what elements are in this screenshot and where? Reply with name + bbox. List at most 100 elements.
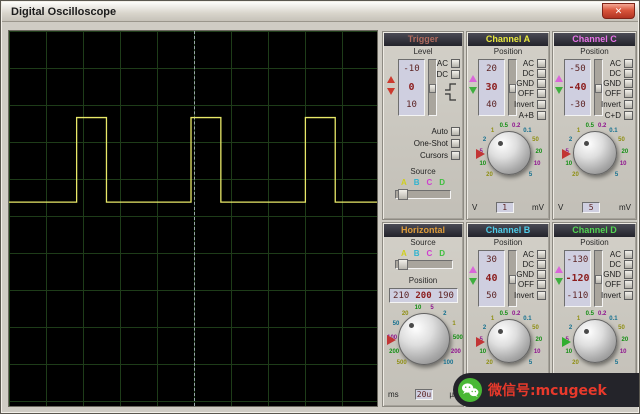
channel-b-gnd-button[interactable] (537, 270, 546, 279)
channel-a-ac-button[interactable] (537, 59, 546, 68)
trigger-cursors-row: Cursors (420, 151, 460, 160)
channel-d-gain-knob[interactable]: 20105210.50.20.15020105 (573, 319, 617, 363)
channel-a-gnd-button[interactable] (537, 79, 546, 88)
source-channel-b[interactable]: B (414, 178, 420, 187)
channel-b-dc-button[interactable] (537, 260, 546, 269)
trigger-edge-selector[interactable] (444, 82, 458, 107)
channel-d-ac-button[interactable] (624, 250, 633, 259)
channel-c-dc-button[interactable] (624, 69, 633, 78)
trigger-source-slider[interactable] (395, 190, 451, 199)
trigger-auto-button[interactable] (451, 127, 460, 136)
up-arrow-icon[interactable] (469, 75, 477, 82)
channel-b-ac-button[interactable] (537, 250, 546, 259)
horizontal-source-letters: ABCD (383, 249, 463, 258)
knob-scale-label: 5 (615, 172, 618, 178)
slider-thumb[interactable] (429, 84, 436, 93)
source-channel-b[interactable]: B (414, 249, 420, 258)
trigger-cursors-button[interactable] (451, 151, 460, 160)
channel-c-sum-button[interactable] (624, 111, 633, 120)
up-arrow-icon[interactable] (469, 266, 477, 273)
knob-scale-label: 20 (622, 337, 629, 343)
up-arrow-icon[interactable] (555, 266, 563, 273)
slider-thumb[interactable] (398, 259, 408, 270)
close-button[interactable]: ✕ (602, 3, 635, 19)
channel-b-invert-button[interactable] (537, 291, 546, 300)
ac-label: AC (437, 59, 448, 68)
timebase-knob[interactable]: 500200100502010521500200100 (398, 313, 450, 365)
channel-a-invert-button[interactable] (537, 100, 546, 109)
unit-right: mV (619, 203, 631, 212)
channel-d-off-button[interactable] (624, 280, 633, 289)
channel-a-position-arrows[interactable] (469, 75, 477, 94)
dc-label: DC (609, 69, 621, 78)
channel-d-title-label: Channel D (572, 225, 617, 235)
slider-thumb[interactable] (509, 84, 516, 93)
down-arrow-icon[interactable] (387, 88, 395, 95)
horizontal-source-slider[interactable] (395, 260, 453, 269)
source-channel-d[interactable]: D (439, 249, 445, 258)
sum-label: A+B (519, 111, 534, 120)
trigger-source-letters: ABCD (383, 178, 463, 187)
scale-value: 20u (415, 389, 433, 400)
channel-a-sum-row: A+B (519, 111, 546, 120)
channel-c-panel-title: Channel C (554, 33, 635, 46)
source-channel-c[interactable]: C (427, 249, 433, 258)
invert-label: Invert (601, 291, 621, 300)
source-channel-a[interactable]: A (401, 178, 407, 187)
edge-icon (444, 82, 458, 102)
knob-scale-label: 10 (620, 161, 627, 167)
channel-c-invert-button[interactable] (624, 100, 633, 109)
slider-thumb[interactable] (509, 275, 516, 284)
channel-a-dc-button[interactable] (537, 69, 546, 78)
trigger-ac-button[interactable] (451, 59, 460, 68)
trigger-auto-row: Auto (432, 127, 460, 136)
channel-d-invert-button[interactable] (624, 291, 633, 300)
channel-d-gnd-button[interactable] (624, 270, 633, 279)
down-arrow-icon[interactable] (555, 278, 563, 285)
trigger-level-arrows[interactable] (387, 76, 395, 95)
channel-b-gain-knob[interactable]: 20105210.50.20.15020105 (487, 319, 531, 363)
channel-b-position-arrows[interactable] (469, 266, 477, 285)
knob-scale-label: 2 (483, 325, 486, 331)
channel-a-ac-row: AC (523, 59, 546, 68)
down-arrow-icon[interactable] (469, 87, 477, 94)
up-arrow-icon[interactable] (387, 76, 395, 83)
source-channel-a[interactable]: A (401, 249, 407, 258)
channel-c-off-button[interactable] (624, 89, 633, 98)
source-channel-c[interactable]: C (427, 178, 433, 187)
channel-c-gain-knob[interactable]: 20105210.50.20.15020105 (573, 131, 617, 175)
channel-c-ac-button[interactable] (624, 59, 633, 68)
channel-c-gnd-button[interactable] (624, 79, 633, 88)
channel-b-off-button[interactable] (537, 280, 546, 289)
channel-d-position-arrows[interactable] (555, 266, 563, 285)
trigger-level-slider[interactable] (428, 59, 437, 116)
down-arrow-icon[interactable] (469, 278, 477, 285)
up-arrow-icon[interactable] (555, 75, 563, 82)
gnd-label: GND (603, 270, 621, 279)
knob-scale-label: 5 (430, 305, 433, 311)
knob-scale-label: 10 (565, 161, 572, 167)
channel-c-ac-row: AC (610, 59, 633, 68)
trigger-one-shot-button[interactable] (451, 139, 460, 148)
trigger-dc-button[interactable] (451, 70, 460, 79)
source-channel-d[interactable]: D (439, 178, 445, 187)
channel-c-position-arrows[interactable] (555, 75, 563, 94)
knob-scale-label: 10 (534, 161, 541, 167)
window-title: Digital Oscilloscope (11, 6, 116, 18)
gnd-label: GND (603, 79, 621, 88)
channel-a-gain-knob[interactable]: 20105210.50.20.15020105 (487, 131, 531, 175)
knob-scale-label: 0.2 (598, 311, 606, 317)
titlebar[interactable]: Digital Oscilloscope ✕ (2, 2, 638, 22)
channel-d-dc-button[interactable] (624, 260, 633, 269)
horizontal-title-label: Horizontal (401, 225, 445, 235)
down-arrow-icon[interactable] (555, 87, 563, 94)
slider-thumb[interactable] (595, 84, 602, 93)
lcd-value-current: 200 (412, 291, 434, 301)
lcd-value: -130 (565, 252, 590, 269)
channel-a-sum-button[interactable] (537, 111, 546, 120)
ac-label: AC (610, 250, 621, 259)
slider-thumb[interactable] (398, 189, 408, 200)
slider-thumb[interactable] (595, 275, 602, 284)
horizontal-panel: Horizontal Source ABCD Position 210 200 … (382, 222, 464, 407)
channel-a-off-button[interactable] (537, 89, 546, 98)
